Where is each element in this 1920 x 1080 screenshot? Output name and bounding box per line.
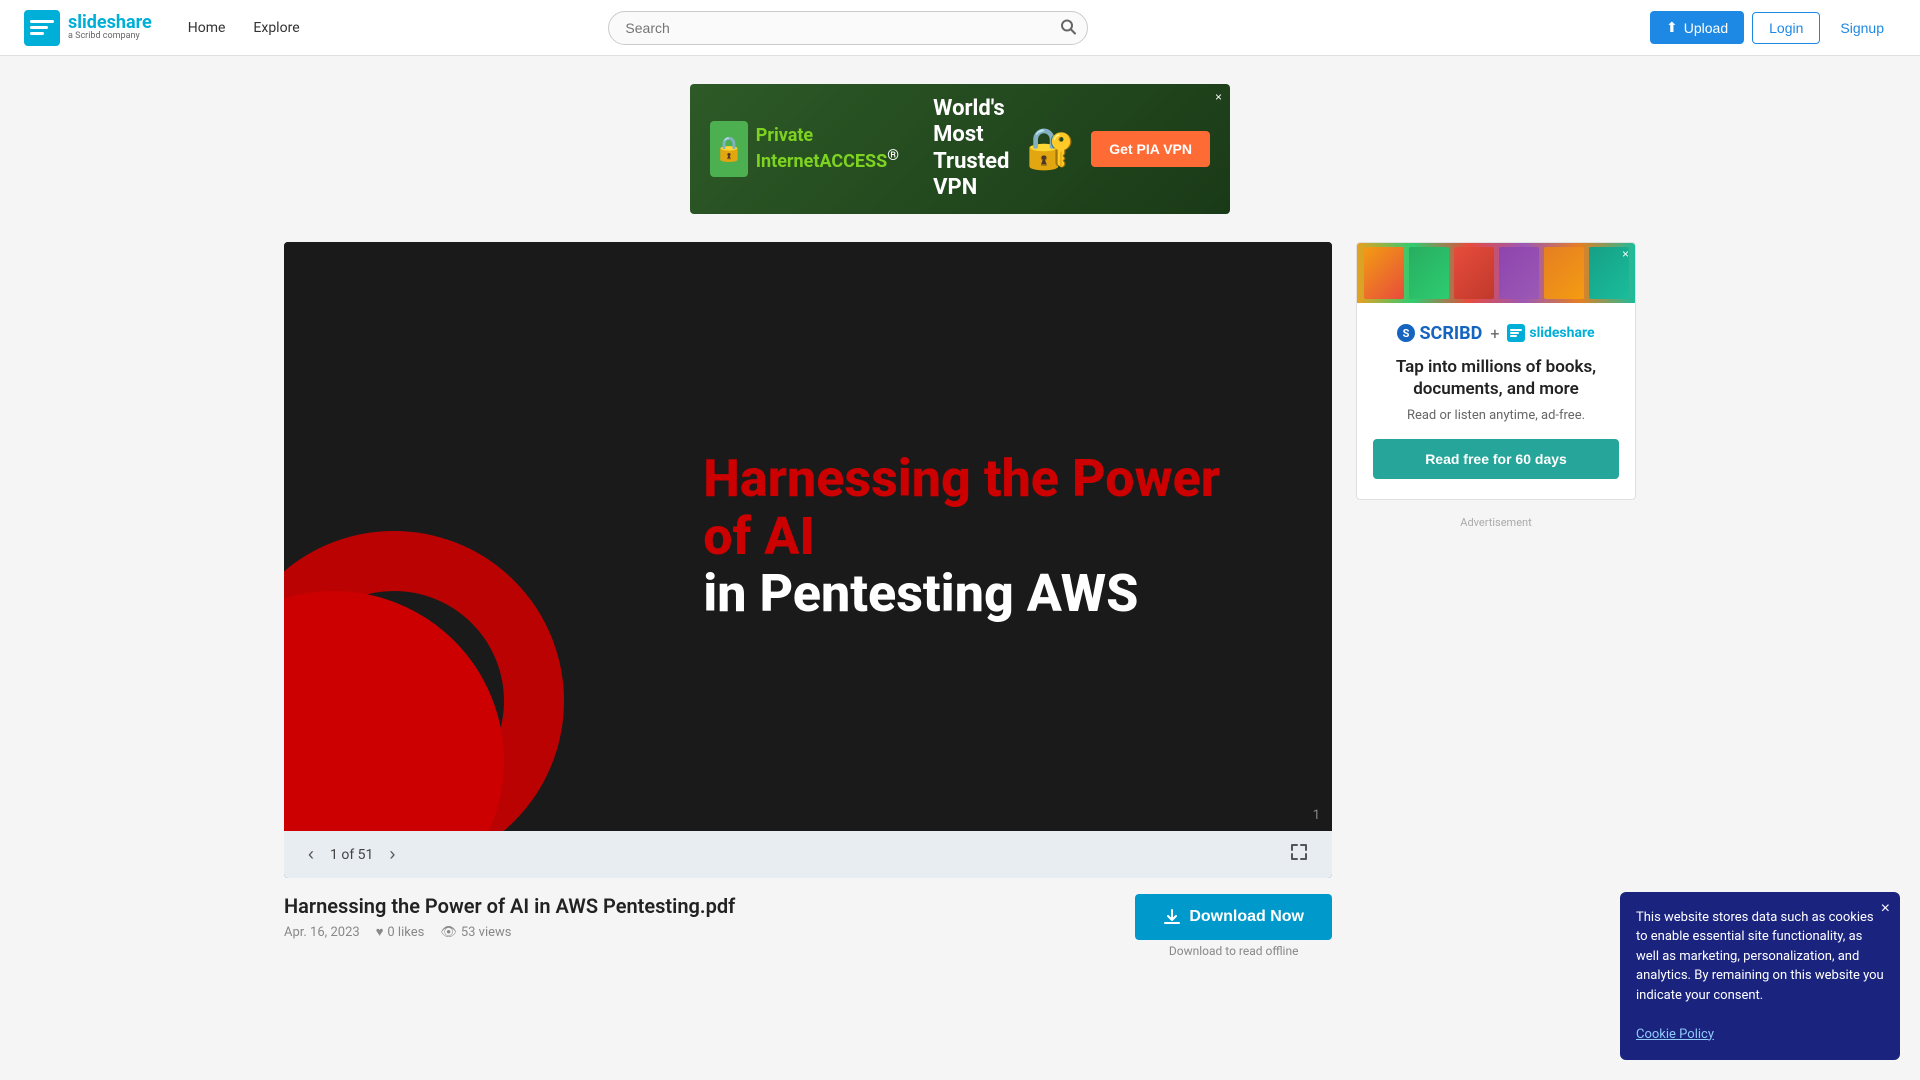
download-label: Download Now xyxy=(1189,908,1304,926)
slideshare-small-icon xyxy=(1507,324,1525,342)
slide-page-number: 1 xyxy=(1313,808,1320,823)
promo-body: S SCRIBD + slideshare xyxy=(1357,303,1635,499)
main-layout: Harnessing the Power of AI in Pentesting… xyxy=(260,242,1660,975)
cookie-banner: × This website stores data such as cooki… xyxy=(1620,892,1900,1061)
search-icon xyxy=(1060,18,1076,34)
slide-prev-button[interactable]: ‹ xyxy=(300,840,322,869)
slide-info: Harnessing the Power of AI in AWS Pentes… xyxy=(284,878,1332,974)
download-button[interactable]: Download Now xyxy=(1135,894,1332,940)
svg-text:S: S xyxy=(1403,327,1410,340)
slide-nav-left: ‹ 1 of 51 › xyxy=(300,840,403,869)
promo-logos: S SCRIBD + slideshare xyxy=(1373,323,1619,344)
slide-content: Harnessing the Power of AI in Pentesting… xyxy=(284,242,1332,832)
ad-cta-button[interactable]: Get PIA VPN xyxy=(1091,131,1210,167)
promo-book-strip: × xyxy=(1357,243,1635,303)
search-button[interactable] xyxy=(1060,18,1076,37)
slideshare-logo-icon xyxy=(24,10,60,46)
slide-next-button[interactable]: › xyxy=(381,840,403,869)
signup-button[interactable]: Signup xyxy=(1828,13,1896,43)
ad-close-button[interactable]: × xyxy=(1215,90,1222,104)
book-4 xyxy=(1499,247,1539,299)
header: slideshare a Scribd company Home Explore… xyxy=(0,0,1920,56)
ad-logo: 🔒 Private InternetACCESS® xyxy=(710,121,917,177)
search-bar xyxy=(608,11,1088,45)
logo-sub-text: a Scribd company xyxy=(68,32,152,42)
cookie-policy-link[interactable]: Cookie Policy xyxy=(1636,1027,1714,1042)
slide-circle-ring xyxy=(284,531,564,831)
ad-shield-icon: 🔒 xyxy=(710,121,748,177)
book-2 xyxy=(1409,247,1449,299)
logo-main-text: slideshare xyxy=(68,13,152,33)
login-button[interactable]: Login xyxy=(1752,12,1820,44)
ad-brand-text: Private InternetACCESS® xyxy=(756,125,917,172)
nav-home[interactable]: Home xyxy=(176,12,238,44)
slide-date: Apr. 16, 2023 xyxy=(284,924,360,940)
slide-fullscreen-button[interactable] xyxy=(1282,839,1316,870)
download-sub-text: Download to read offline xyxy=(1169,944,1299,958)
slide-title: Harnessing the Power of AI in AWS Pentes… xyxy=(284,894,735,918)
cookie-text: This website stores data such as cookies… xyxy=(1636,908,1884,1006)
ad-headline: World's MostTrusted VPN xyxy=(933,96,1009,202)
ad-label: Advertisement xyxy=(1356,516,1636,529)
promo-sub: Read or listen anytime, ad-free. xyxy=(1373,408,1619,423)
slide-page-info: 1 of 51 xyxy=(330,847,373,863)
cookie-close-button[interactable]: × xyxy=(1881,900,1890,918)
like-icon: ♥ xyxy=(376,924,384,940)
slide-title-white: in Pentesting AWS xyxy=(703,565,1227,622)
right-sidebar: × S SCRIBD + xyxy=(1356,242,1636,975)
slide-viewer: Harnessing the Power of AI in Pentesting… xyxy=(284,242,1332,879)
header-actions: ⬆ Upload Login Signup xyxy=(1650,11,1896,44)
slide-text-area: Harnessing the Power of AI in Pentesting… xyxy=(703,451,1227,623)
logo-link[interactable]: slideshare a Scribd company xyxy=(24,10,152,46)
upload-label: Upload xyxy=(1684,20,1728,36)
download-section: Download Now Download to read offline xyxy=(1135,894,1332,958)
slide-details: Harnessing the Power of AI in AWS Pentes… xyxy=(284,894,735,940)
slide-meta: Apr. 16, 2023 ♥ 0 likes 👁 53 views xyxy=(284,924,735,940)
eye-icon: 👁 xyxy=(440,925,457,940)
promo-headline: Tap into millions of books, documents, a… xyxy=(1373,356,1619,400)
search-input[interactable] xyxy=(608,11,1088,45)
scribd-promo-card: × S SCRIBD + xyxy=(1356,242,1636,500)
slide-likes: ♥ 0 likes xyxy=(376,924,425,940)
promo-cta-button[interactable]: Read free for 60 days xyxy=(1373,439,1619,479)
promo-close-button[interactable]: × xyxy=(1622,247,1629,261)
download-icon xyxy=(1163,908,1181,926)
book-5 xyxy=(1544,247,1584,299)
nav-explore[interactable]: Explore xyxy=(241,12,311,44)
slide-nav-bar: ‹ 1 of 51 › xyxy=(284,831,1332,878)
slideshare-logo-small: slideshare xyxy=(1507,324,1594,342)
ad-banner: × 🔒 Private InternetACCESS® World's Most… xyxy=(690,84,1230,214)
slide-container: Harnessing the Power of AI in Pentesting… xyxy=(284,242,1332,975)
upload-icon: ⬆ xyxy=(1666,19,1678,36)
slide-views: 👁 53 views xyxy=(440,924,511,940)
scribd-icon: S xyxy=(1397,324,1415,342)
book-3 xyxy=(1454,247,1494,299)
plus-divider: + xyxy=(1490,324,1499,343)
upload-button[interactable]: ⬆ Upload xyxy=(1650,11,1744,44)
fullscreen-icon xyxy=(1290,843,1308,861)
scribd-logo: S SCRIBD xyxy=(1397,323,1482,344)
book-1 xyxy=(1364,247,1404,299)
slide-title-red: Harnessing the Power of AI xyxy=(703,451,1227,565)
main-nav: Home Explore xyxy=(176,12,312,44)
ad-lock-icon: 🔐 xyxy=(1025,125,1075,172)
